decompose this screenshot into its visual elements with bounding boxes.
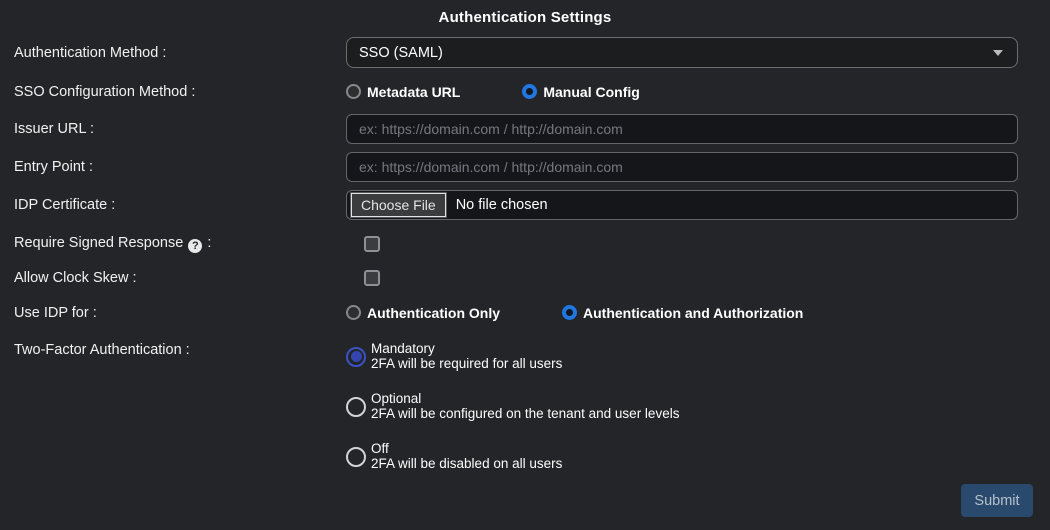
chevron-down-icon	[993, 50, 1003, 56]
radio-2fa-off[interactable]: Off 2FA will be disabled on all users	[346, 442, 679, 471]
question-circle-icon[interactable]: ?	[188, 239, 202, 253]
row-allow-clock-skew: Allow Clock Skew :	[0, 269, 1050, 286]
radio-selected-icon[interactable]	[522, 84, 537, 99]
radio-authentication-and-authorization-label: Authentication and Authorization	[583, 305, 803, 321]
row-issuer-url: Issuer URL :	[0, 114, 1050, 144]
row-authentication-method: Authentication Method : SSO (SAML)	[0, 37, 1050, 68]
2fa-off-title: Off	[371, 442, 562, 456]
row-two-factor-authentication: Two-Factor Authentication : Mandatory 2F…	[0, 342, 1050, 492]
sso-configuration-method-label: SSO Configuration Method :	[0, 84, 346, 100]
idp-certificate-file-field[interactable]: Choose File No file chosen	[346, 190, 1018, 220]
radio-manual-config-label: Manual Config	[543, 84, 639, 100]
radio-2fa-optional[interactable]: Optional 2FA will be configured on the t…	[346, 392, 679, 421]
2fa-optional-title: Optional	[371, 392, 679, 406]
radio-metadata-url-label: Metadata URL	[367, 84, 460, 100]
choose-file-button[interactable]: Choose File	[351, 193, 446, 217]
page-title: Authentication Settings	[0, 0, 1050, 26]
authentication-method-value: SSO (SAML)	[359, 45, 443, 61]
radio-selected-icon[interactable]	[562, 305, 577, 320]
require-signed-response-checkbox[interactable]	[364, 236, 380, 252]
issuer-url-label: Issuer URL :	[0, 121, 346, 137]
entry-point-label: Entry Point :	[0, 159, 346, 175]
file-status-text: No file chosen	[456, 197, 548, 213]
radio-manual-config[interactable]: Manual Config	[522, 84, 639, 100]
require-signed-response-text: Require Signed Response	[14, 235, 183, 251]
radio-icon[interactable]	[346, 397, 366, 417]
radio-metadata-url[interactable]: Metadata URL	[346, 84, 460, 100]
allow-clock-skew-label: Allow Clock Skew :	[0, 270, 346, 286]
authentication-method-select[interactable]: SSO (SAML)	[346, 37, 1018, 68]
submit-button[interactable]: Submit	[961, 484, 1033, 517]
2fa-mandatory-desc: 2FA will be required for all users	[371, 357, 562, 371]
idp-certificate-label: IDP Certificate :	[0, 197, 346, 213]
label-suffix: :	[207, 235, 211, 251]
radio-icon[interactable]	[346, 84, 361, 99]
row-idp-certificate: IDP Certificate : Choose File No file ch…	[0, 190, 1050, 220]
two-factor-authentication-label: Two-Factor Authentication :	[0, 342, 346, 358]
row-require-signed-response: Require Signed Response ? :	[0, 235, 1050, 252]
entry-point-input[interactable]	[346, 152, 1018, 182]
row-sso-configuration-method: SSO Configuration Method : Metadata URL …	[0, 83, 1050, 100]
2fa-mandatory-title: Mandatory	[371, 342, 562, 356]
allow-clock-skew-checkbox[interactable]	[364, 270, 380, 286]
radio-selected-icon[interactable]	[346, 347, 366, 367]
radio-authentication-only[interactable]: Authentication Only	[346, 305, 500, 321]
2fa-optional-desc: 2FA will be configured on the tenant and…	[371, 407, 679, 421]
row-entry-point: Entry Point :	[0, 152, 1050, 182]
issuer-url-input[interactable]	[346, 114, 1018, 144]
require-signed-response-label: Require Signed Response ? :	[0, 235, 346, 253]
authentication-method-label: Authentication Method :	[0, 45, 346, 61]
radio-authentication-only-label: Authentication Only	[367, 305, 500, 321]
radio-2fa-mandatory[interactable]: Mandatory 2FA will be required for all u…	[346, 342, 679, 371]
radio-authentication-and-authorization[interactable]: Authentication and Authorization	[562, 305, 803, 321]
row-use-idp-for: Use IDP for : Authentication Only Authen…	[0, 304, 1050, 321]
use-idp-for-label: Use IDP for :	[0, 305, 346, 321]
radio-icon[interactable]	[346, 447, 366, 467]
2fa-off-desc: 2FA will be disabled on all users	[371, 457, 562, 471]
radio-icon[interactable]	[346, 305, 361, 320]
